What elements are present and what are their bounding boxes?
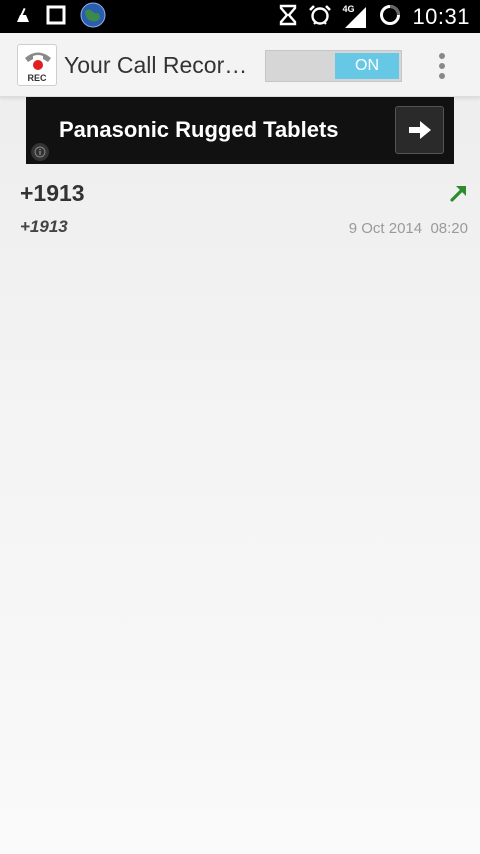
alarm-icon bbox=[308, 4, 332, 31]
action-bar: REC Your Call Recor… ON bbox=[0, 33, 480, 97]
outgoing-call-arrow-icon bbox=[449, 183, 469, 203]
status-bar-left bbox=[14, 2, 106, 30]
menu-dot bbox=[439, 53, 445, 59]
sync-circle-icon bbox=[378, 3, 402, 32]
app-icon-label: REC bbox=[27, 73, 47, 83]
menu-dot bbox=[439, 73, 445, 79]
call-list-item[interactable]: +1913 +1913 9 Oct 2014 08:20 bbox=[0, 170, 480, 245]
hourglass-icon bbox=[278, 4, 298, 31]
status-bar-clock: 10:31 bbox=[412, 4, 470, 29]
app-icon[interactable]: REC bbox=[17, 44, 57, 86]
signal-icon: 4G bbox=[342, 4, 368, 29]
status-bar-right: 4G 10:31 bbox=[278, 3, 470, 31]
app-title: Your Call Recor… bbox=[64, 52, 248, 78]
square-stop-icon bbox=[46, 5, 66, 30]
recording-toggle[interactable]: ON bbox=[265, 50, 402, 82]
toggle-on-label: ON bbox=[335, 53, 399, 79]
ad-text: Panasonic Rugged Tablets bbox=[59, 117, 339, 142]
call-number: +1913 bbox=[20, 180, 85, 206]
broom-icon bbox=[14, 6, 32, 29]
menu-dot bbox=[439, 63, 445, 69]
arrow-right-icon bbox=[408, 121, 431, 139]
phone-record-icon bbox=[25, 52, 51, 70]
ad-banner[interactable]: Panasonic Rugged Tablets bbox=[26, 97, 454, 164]
ad-info-icon[interactable] bbox=[31, 143, 49, 161]
globe-icon bbox=[80, 2, 106, 33]
call-datetime: 9 Oct 2014 08:20 bbox=[348, 220, 468, 237]
ad-arrow-button[interactable] bbox=[395, 106, 444, 154]
overflow-menu-button[interactable] bbox=[434, 50, 450, 82]
status-bar: 4G 10:31 bbox=[0, 0, 480, 33]
call-contact-name: +1913 bbox=[20, 217, 68, 236]
